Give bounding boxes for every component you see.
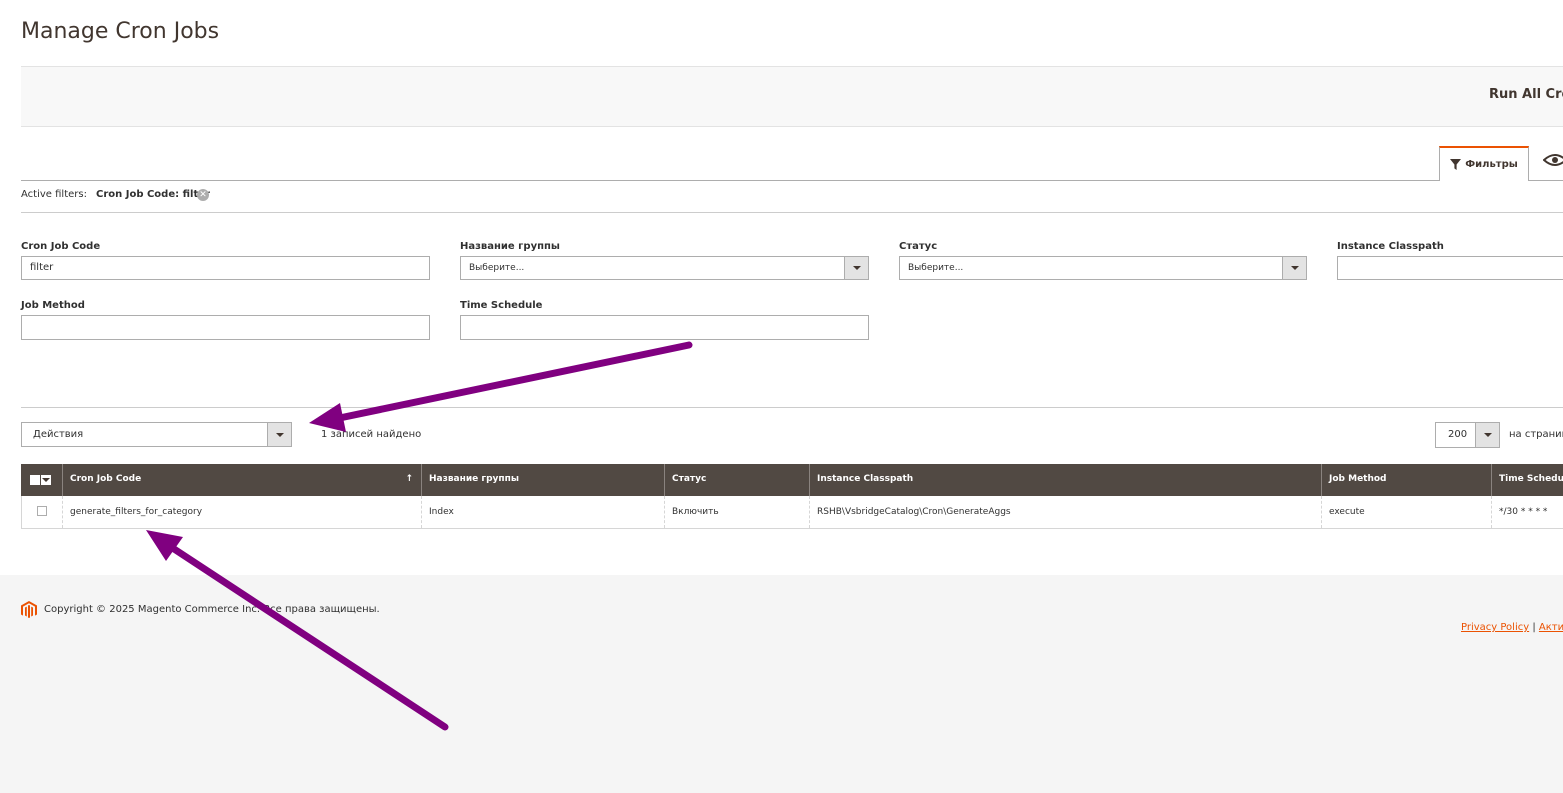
column-header-classpath[interactable]: Instance Classpath	[809, 464, 1321, 496]
footer-links: Privacy Policy | Актив	[1461, 622, 1563, 633]
per-page-select[interactable]: 200	[1435, 422, 1500, 448]
column-mass-select	[21, 464, 62, 496]
filter-time-schedule-label: Time Schedule	[460, 300, 543, 311]
cell-group: Index	[421, 496, 664, 528]
active-filters-label: Active filters:	[21, 189, 87, 200]
active-filters-divider	[21, 212, 1563, 213]
filter-instance-classpath-label: Instance Classpath	[1337, 241, 1444, 252]
chevron-down-icon	[1282, 257, 1306, 279]
run-all-cron-button[interactable]: Run All Cron	[1489, 87, 1563, 102]
filter-status-label: Статус	[899, 241, 938, 252]
chevron-down-icon	[844, 257, 868, 279]
chevron-down-icon	[267, 423, 291, 446]
filter-status-value: Выберите...	[908, 263, 964, 273]
mass-actions-label: Действия	[33, 429, 84, 440]
page-main: Manage Cron Jobs Run All Cron Фильтры Ac…	[0, 0, 1563, 575]
filter-cron-job-code-input[interactable]: filter	[21, 256, 430, 280]
active-filter-item: Cron Job Code: filter	[96, 189, 210, 200]
remove-filter-icon[interactable]: ✕	[197, 189, 209, 201]
cell-select	[21, 496, 62, 528]
grid-header: Cron Job Code ↑ Название группы Статус I…	[21, 464, 1563, 496]
cell-job-method: execute	[1321, 496, 1491, 528]
per-page-label: на страниц	[1509, 429, 1563, 440]
column-header-status[interactable]: Статус	[664, 464, 809, 496]
row-checkbox[interactable]	[37, 506, 47, 516]
grid-divider	[21, 407, 1563, 408]
page-actions-bar: Run All Cron	[21, 66, 1563, 127]
magento-logo-icon	[21, 601, 37, 618]
tab-filters[interactable]: Фильтры	[1439, 146, 1529, 181]
cell-cron-job-code: generate_filters_for_category	[62, 496, 421, 528]
privacy-policy-link[interactable]: Privacy Policy	[1461, 622, 1529, 633]
tab-columns[interactable]	[1543, 150, 1563, 170]
chevron-down-icon	[1475, 423, 1499, 447]
page-title: Manage Cron Jobs	[21, 19, 220, 44]
column-header-label: Cron Job Code	[70, 474, 142, 484]
eye-icon	[1543, 154, 1563, 166]
filter-status-select[interactable]: Выберите...	[899, 256, 1307, 280]
per-page-value: 200	[1448, 429, 1468, 440]
footer-link-separator: |	[1532, 622, 1536, 633]
column-header-cron-job-code[interactable]: Cron Job Code ↑	[62, 464, 421, 496]
filter-job-method-input[interactable]	[21, 315, 430, 340]
cell-status: Включить	[664, 496, 809, 528]
cell-time-schedule: */30 * * * *	[1491, 496, 1563, 528]
filter-time-schedule-input[interactable]	[460, 315, 869, 340]
mass-select-checkbox[interactable]	[30, 475, 52, 485]
cell-classpath: RSHB\VsbridgeCatalog\Cron\GenerateAggs	[809, 496, 1321, 528]
filter-group-name-value: Выберите...	[469, 263, 525, 273]
filter-group-name-select[interactable]: Выберите...	[460, 256, 869, 280]
records-found: 1 записей найдено	[321, 429, 422, 440]
filter-cron-job-code-label: Cron Job Code	[21, 241, 101, 252]
table-row[interactable]: generate_filters_for_category Index Вклю…	[21, 496, 1563, 529]
filter-instance-classpath-input[interactable]	[1337, 256, 1563, 280]
filter-job-method-label: Job Method	[21, 300, 85, 311]
tabs-divider	[21, 180, 1563, 181]
sort-arrow-icon: ↑	[405, 474, 413, 484]
mass-actions-select[interactable]: Действия	[21, 422, 292, 447]
column-header-time-schedule[interactable]: Time Schedule	[1491, 464, 1563, 496]
account-activity-link[interactable]: Актив	[1539, 622, 1563, 633]
footer-copyright: Copyright © 2025 Magento Commerce Inc. В…	[44, 604, 380, 615]
filter-group-name-label: Название группы	[460, 241, 560, 252]
filter-icon	[1450, 159, 1462, 170]
tab-filters-label: Фильтры	[1465, 159, 1518, 170]
column-header-group[interactable]: Название группы	[421, 464, 664, 496]
column-header-job-method[interactable]: Job Method	[1321, 464, 1491, 496]
